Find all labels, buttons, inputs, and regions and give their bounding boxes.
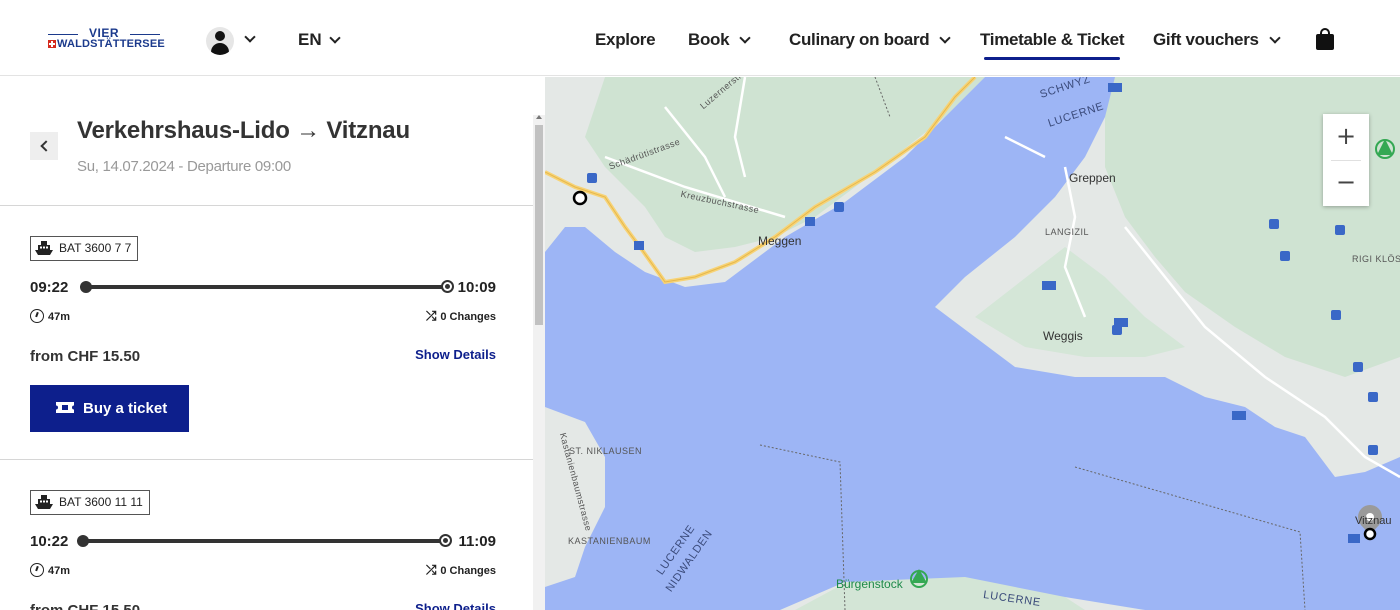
shuffle-icon: ⤮ xyxy=(425,309,437,324)
chevron-down-icon xyxy=(939,32,952,44)
arrival-time: 11:09 xyxy=(458,533,496,550)
departure-time: 09:22 xyxy=(30,279,69,296)
journey-line xyxy=(77,534,452,547)
buy-ticket-label: Buy a ticket xyxy=(83,400,168,417)
ticket-icon xyxy=(56,402,74,413)
arrival-time: 10:09 xyxy=(457,279,496,296)
changes: ⤮ 0 Changes xyxy=(426,563,496,578)
map-label-st-niklausen: ST. NIKLAUSEN xyxy=(569,446,643,456)
show-details-link[interactable]: Show Details xyxy=(415,601,496,610)
shuffle-icon: ⤮ xyxy=(425,563,437,578)
map-label-weggis: Weggis xyxy=(1043,329,1083,343)
logo-wordmark: WALDSTÄTTERSEE xyxy=(57,38,165,50)
buy-ticket-button[interactable]: Buy a ticket xyxy=(30,385,189,432)
vessel-name: BAT 3600 7 7 xyxy=(59,241,132,255)
chevron-down-icon xyxy=(739,32,751,44)
swiss-flag-icon xyxy=(48,40,56,48)
show-details-link[interactable]: Show Details xyxy=(415,347,496,362)
map-label-vitznau: Vitznau xyxy=(1355,515,1392,527)
vessel-name: BAT 3600 11 11 xyxy=(59,495,143,509)
vierwaldstaettersee-logo[interactable]: VIER WALDSTÄTTERSEE xyxy=(48,26,165,52)
map-label-langizil: LANGIZIL xyxy=(1045,227,1090,237)
chevron-down-icon xyxy=(244,31,256,43)
vessel-badge: BAT 3600 11 11 xyxy=(30,490,150,515)
divider xyxy=(0,205,533,206)
nav-label: Book xyxy=(688,30,730,49)
departure-time: 10:22 xyxy=(30,533,69,550)
route-subtitle: Su, 14.07.2024 - Departure 09:00 xyxy=(77,158,291,175)
boat-icon xyxy=(35,495,53,509)
nav-culinary-on-board[interactable]: Culinary on board xyxy=(789,30,952,50)
nav-label: Timetable & Ticket xyxy=(980,30,1125,49)
nav-label: Gift vouchers xyxy=(1153,30,1259,49)
duration: 47m xyxy=(30,309,70,323)
panel-scrollbar[interactable] xyxy=(533,115,545,610)
zoom-in-button[interactable]: + xyxy=(1323,114,1369,160)
price: from CHF 15.50 xyxy=(30,348,141,365)
changes-value: 0 Changes xyxy=(440,311,496,323)
changes: ⤮ 0 Changes xyxy=(426,309,496,324)
logo-text-bottom: WALDSTÄTTERSEE xyxy=(48,38,165,50)
logo-rule-right xyxy=(130,34,160,35)
duration: 47m xyxy=(30,563,70,577)
language-selector[interactable]: EN xyxy=(298,30,341,50)
duration-value: 47m xyxy=(48,311,71,323)
site-header: VIER WALDSTÄTTERSEE EN Explore Book Culi… xyxy=(0,0,1400,76)
duration-value: 47m xyxy=(48,565,71,577)
scroll-up-arrow-icon[interactable] xyxy=(536,115,542,119)
clock-icon xyxy=(30,309,44,323)
user-menu-button[interactable] xyxy=(206,27,260,55)
language-label: EN xyxy=(298,30,322,49)
scrollbar-thumb[interactable] xyxy=(535,125,543,325)
connections-panel: Verkehrshaus-Lido → Vitznau Su, 14.07.20… xyxy=(0,77,545,610)
nav-label: Culinary on board xyxy=(789,30,930,49)
map-label-meggen: Meggen xyxy=(758,234,802,248)
nav-explore[interactable]: Explore xyxy=(595,30,656,50)
chevron-down-icon xyxy=(328,32,341,44)
route-title: Verkehrshaus-Lido → Vitznau xyxy=(77,117,410,144)
map-label-rigi: RIGI KLÖST xyxy=(1352,254,1400,264)
divider xyxy=(0,459,533,460)
map-label-buergenstock: Bürgenstock xyxy=(836,577,903,591)
nav-label: Explore xyxy=(595,30,656,49)
map-label-kastanienbaum: KASTANIENBAUM xyxy=(568,536,651,546)
shopping-bag-icon[interactable] xyxy=(1316,28,1334,50)
journey-line xyxy=(80,280,454,293)
price: from CHF 15.50 xyxy=(30,602,140,610)
route-map[interactable]: SCHWYZ LUCERNE Greppen Meggen LANGIZIL W… xyxy=(545,77,1400,610)
clock-icon xyxy=(30,563,44,577)
user-avatar-icon xyxy=(206,27,234,55)
zoom-out-button[interactable]: − xyxy=(1323,160,1369,206)
changes-value: 0 Changes xyxy=(440,565,496,577)
chevron-down-icon xyxy=(1269,32,1281,44)
vessel-badge: BAT 3600 7 7 xyxy=(30,236,139,261)
map-zoom-control: + − xyxy=(1323,114,1369,206)
back-button[interactable] xyxy=(30,132,58,160)
boat-icon xyxy=(35,241,53,255)
map-canvas[interactable] xyxy=(545,77,1400,610)
nav-timetable-ticket[interactable]: Timetable & Ticket xyxy=(980,30,1125,60)
nav-book[interactable]: Book xyxy=(688,30,751,50)
nav-gift-vouchers[interactable]: Gift vouchers xyxy=(1153,30,1281,50)
map-label-greppen: Greppen xyxy=(1069,171,1116,185)
